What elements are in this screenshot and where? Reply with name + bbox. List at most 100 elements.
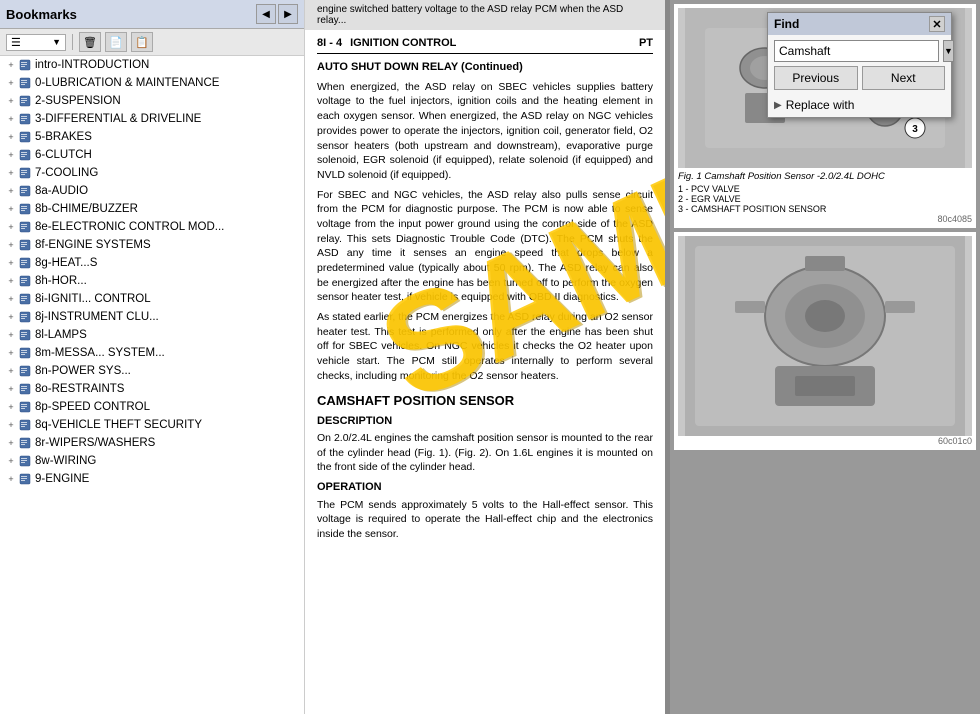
doc-operation-text: The PCM sends approximately 5 volts to t… xyxy=(317,498,653,542)
book-icon-theft xyxy=(18,418,32,432)
book-icon-engine9 xyxy=(18,472,32,486)
expand-icon-speed[interactable]: + xyxy=(4,400,18,414)
bookmark-label-chime: 8b-CHIME/BUZZER xyxy=(35,203,138,215)
sidebar-content[interactable]: + intro-INTRODUCTION+ 0-LUBRICATION & MA… xyxy=(0,56,304,714)
sidebar-item-hor[interactable]: + 8h-HOR... xyxy=(0,272,304,290)
toolbar-separator-1 xyxy=(72,34,73,50)
sidebar-nav-next-btn[interactable]: ▶ xyxy=(278,4,298,24)
expand-icon-lubrication[interactable]: + xyxy=(4,76,18,90)
bookmark-label-electronic: 8e-ELECTRONIC CONTROL MOD... xyxy=(35,221,224,233)
figure-2-ref: 60c01c0 xyxy=(678,436,972,446)
find-close-button[interactable]: ✕ xyxy=(929,16,945,32)
bookmark-label-engine9: 9-ENGINE xyxy=(35,473,89,485)
book-icon-suspension xyxy=(18,94,32,108)
expand-icon-intro[interactable]: + xyxy=(4,58,18,72)
sidebar-item-wiring[interactable]: + 8w-WIRING xyxy=(0,452,304,470)
expand-icon-theft[interactable]: + xyxy=(4,418,18,432)
doc-paragraph-3: As stated earlier, the PCM energizes the… xyxy=(317,310,653,383)
svg-text:3: 3 xyxy=(912,124,918,135)
expand-icon-hor[interactable]: + xyxy=(4,274,18,288)
expand-icon-message[interactable]: + xyxy=(4,346,18,360)
sidebar-item-lubrication[interactable]: + 0-LUBRICATION & MAINTENANCE xyxy=(0,74,304,92)
expand-icon-lamps[interactable]: + xyxy=(4,328,18,342)
sidebar-item-clutch[interactable]: + 6-CLUTCH xyxy=(0,146,304,164)
book-icon-brakes xyxy=(18,130,32,144)
document-text-panel: engine switched battery voltage to the A… xyxy=(305,0,665,714)
expand-icon-brakes[interactable]: + xyxy=(4,130,18,144)
find-next-button[interactable]: Next xyxy=(862,66,946,90)
find-dialog-header: Find ✕ xyxy=(768,13,951,35)
doc-paragraph-1: When energized, the ASD relay on SBEC ve… xyxy=(317,80,653,183)
sidebar-item-instrument[interactable]: + 8j-INSTRUMENT CLU... xyxy=(0,308,304,326)
sidebar-item-engine_sys[interactable]: + 8f-ENGINE SYSTEMS xyxy=(0,236,304,254)
sidebar-item-restraints[interactable]: + 8o-RESTRAINTS xyxy=(0,380,304,398)
book-icon-engine_sys xyxy=(18,238,32,252)
sidebar-properties-btn[interactable]: 📋 xyxy=(131,32,153,52)
replace-expand-icon[interactable]: ▶ xyxy=(774,100,782,111)
bookmark-label-wiring: 8w-WIRING xyxy=(35,455,96,467)
bookmark-label-hor: 8h-HOR... xyxy=(35,275,87,287)
book-icon-wipers xyxy=(18,436,32,450)
sidebar-item-electronic[interactable]: + 8e-ELECTRONIC CONTROL MOD... xyxy=(0,218,304,236)
sidebar-item-engine9[interactable]: + 9-ENGINE xyxy=(0,470,304,488)
expand-icon-engine9[interactable]: + xyxy=(4,472,18,486)
book-icon-differential xyxy=(18,112,32,126)
expand-icon-power[interactable]: + xyxy=(4,364,18,378)
figure-2-box: 60c01c0 xyxy=(674,232,976,450)
sidebar-item-chime[interactable]: + 8b-CHIME/BUZZER xyxy=(0,200,304,218)
sidebar-item-cooling[interactable]: + 7-COOLING xyxy=(0,164,304,182)
expand-icon-cooling[interactable]: + xyxy=(4,166,18,180)
doc-section-title: IGNITION CONTROL xyxy=(350,36,639,51)
expand-icon-instrument[interactable]: + xyxy=(4,310,18,324)
sidebar-item-ignition[interactable]: + 8i-IGNITI... CONTROL xyxy=(0,290,304,308)
book-icon-instrument xyxy=(18,310,32,324)
sidebar-item-intro[interactable]: + intro-INTRODUCTION xyxy=(0,56,304,74)
expand-icon-heat[interactable]: + xyxy=(4,256,18,270)
book-icon-wiring xyxy=(18,454,32,468)
bookmark-label-speed: 8p-SPEED CONTROL xyxy=(35,401,150,413)
sidebar-item-theft[interactable]: + 8q-VEHICLE THEFT SECURITY xyxy=(0,416,304,434)
bookmark-label-clutch: 6-CLUTCH xyxy=(35,149,92,161)
book-icon-power xyxy=(18,364,32,378)
sidebar-item-lamps[interactable]: + 8l-LAMPS xyxy=(0,326,304,344)
sidebar-view-dropdown[interactable]: ☰ ▼ xyxy=(6,34,66,51)
expand-icon-differential[interactable]: + xyxy=(4,112,18,126)
expand-icon-audio[interactable]: + xyxy=(4,184,18,198)
doc-section-header: 8I - 4 IGNITION CONTROL PT xyxy=(317,36,653,54)
sidebar-new-btn[interactable]: 📄 xyxy=(105,32,127,52)
expand-icon-electronic[interactable]: + xyxy=(4,220,18,234)
sidebar-item-differential[interactable]: + 3-DIFFERENTIAL & DRIVELINE xyxy=(0,110,304,128)
bookmark-label-instrument: 8j-INSTRUMENT CLU... xyxy=(35,311,159,323)
sidebar-item-speed[interactable]: + 8p-SPEED CONTROL xyxy=(0,398,304,416)
sidebar-item-suspension[interactable]: + 2-SUSPENSION xyxy=(0,92,304,110)
sidebar-delete-btn[interactable]: 🗑 xyxy=(79,32,101,52)
doc-description-text: On 2.0/2.4L engines the camshaft positio… xyxy=(317,431,653,475)
bookmark-label-power: 8n-POWER SYS... xyxy=(35,365,131,377)
expand-icon-suspension[interactable]: + xyxy=(4,94,18,108)
figure-1-legend-2: 2 - EGR VALVE xyxy=(678,194,972,204)
sidebar-item-brakes[interactable]: + 5-BRAKES xyxy=(0,128,304,146)
expand-icon-ignition[interactable]: + xyxy=(4,292,18,306)
expand-icon-clutch[interactable]: + xyxy=(4,148,18,162)
sidebar-item-power[interactable]: + 8n-POWER SYS... xyxy=(0,362,304,380)
bookmark-label-ignition: 8i-IGNITI... CONTROL xyxy=(35,293,151,305)
find-replace-row: ▶ Replace with xyxy=(768,95,951,117)
expand-icon-restraints[interactable]: + xyxy=(4,382,18,396)
bookmark-label-intro: intro-INTRODUCTION xyxy=(35,59,149,71)
expand-icon-wipers[interactable]: + xyxy=(4,436,18,450)
expand-icon-wiring[interactable]: + xyxy=(4,454,18,468)
find-dropdown-button[interactable]: ▼ xyxy=(943,40,954,62)
sidebar-item-wipers[interactable]: + 8r-WIPERS/WASHERS xyxy=(0,434,304,452)
book-icon-ignition xyxy=(18,292,32,306)
expand-icon-engine_sys[interactable]: + xyxy=(4,238,18,252)
expand-icon-chime[interactable]: + xyxy=(4,202,18,216)
find-search-input[interactable] xyxy=(774,40,939,62)
figure-1-legend: 1 - PCV VALVE 2 - EGR VALVE 3 - CAMSHAFT… xyxy=(678,184,972,214)
bookmark-label-suspension: 2-SUSPENSION xyxy=(35,95,121,107)
sidebar-item-audio[interactable]: + 8a-AUDIO xyxy=(0,182,304,200)
bookmark-label-lubrication: 0-LUBRICATION & MAINTENANCE xyxy=(35,77,219,89)
sidebar-item-message[interactable]: + 8m-MESSA... SYSTEM... xyxy=(0,344,304,362)
sidebar-item-heat[interactable]: + 8g-HEAT...S xyxy=(0,254,304,272)
find-previous-button[interactable]: Previous xyxy=(774,66,858,90)
sidebar-nav-prev-btn[interactable]: ◀ xyxy=(256,4,276,24)
